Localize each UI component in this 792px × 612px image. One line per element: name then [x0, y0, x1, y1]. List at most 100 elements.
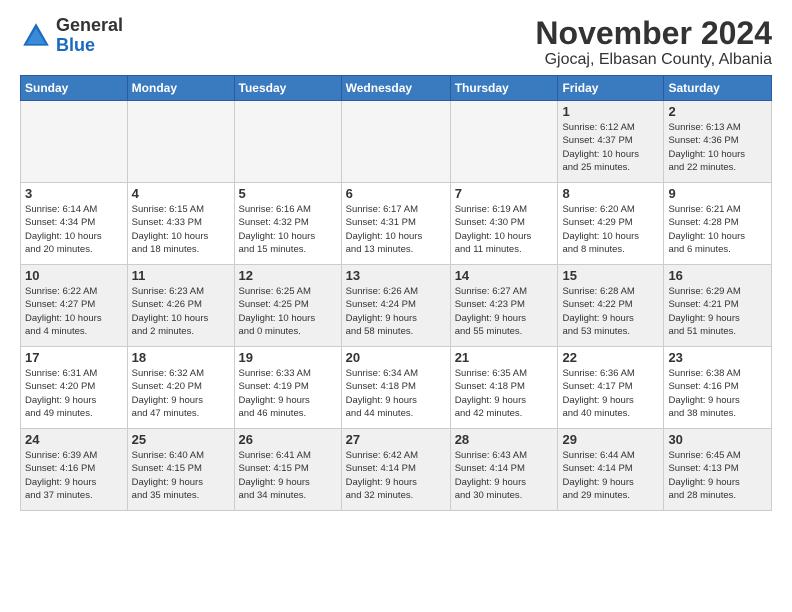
day-info: Sunrise: 6:42 AM Sunset: 4:14 PM Dayligh…: [346, 449, 446, 502]
day-number: 17: [25, 350, 123, 365]
day-info: Sunrise: 6:17 AM Sunset: 4:31 PM Dayligh…: [346, 203, 446, 256]
day-number: 18: [132, 350, 230, 365]
day-number: 8: [562, 186, 659, 201]
day-info: Sunrise: 6:14 AM Sunset: 4:34 PM Dayligh…: [25, 203, 123, 256]
weekday-header: Thursday: [450, 76, 558, 101]
month-title: November 2024: [535, 16, 772, 51]
day-number: 1: [562, 104, 659, 119]
calendar-cell: 11 Sunrise: 6:23 AM Sunset: 4:26 PM Dayli…: [127, 265, 234, 347]
calendar-cell: 19 Sunrise: 6:33 AM Sunset: 4:19 PM Dayli…: [234, 347, 341, 429]
calendar-week-row: 24Sunrise: 6:39 AM Sunset: 4:16 PM Dayli…: [21, 429, 772, 511]
calendar-cell: 14 Sunrise: 6:27 AM Sunset: 4:23 PM Dayli…: [450, 265, 558, 347]
day-info: Sunrise: 6:35 AM Sunset: 4:18 PM Dayligh…: [455, 367, 554, 420]
day-info: Sunrise: 6:31 AM Sunset: 4:20 PM Dayligh…: [25, 367, 123, 420]
day-number: 28: [455, 432, 554, 447]
day-number: 7: [455, 186, 554, 201]
day-info: Sunrise: 6:23 AM Sunset: 4:26 PM Dayligh…: [132, 285, 230, 338]
calendar-cell: [21, 101, 128, 183]
calendar-week-row: 3 Sunrise: 6:14 AM Sunset: 4:34 PM Daylig…: [21, 183, 772, 265]
calendar-cell: 23 Sunrise: 6:38 AM Sunset: 4:16 PM Dayli…: [664, 347, 772, 429]
day-number: 3: [25, 186, 123, 201]
day-info: Sunrise: 6:45 AM Sunset: 4:13 PM Dayligh…: [668, 449, 767, 502]
logo: General Blue: [20, 16, 123, 56]
day-info: Sunrise: 6:25 AM Sunset: 4:25 PM Dayligh…: [239, 285, 337, 338]
logo-icon: [20, 20, 52, 52]
page: General Blue November 2024 Gjocaj, Elbas…: [0, 0, 792, 521]
day-number: 27: [346, 432, 446, 447]
location-title: Gjocaj, Elbasan County, Albania: [535, 51, 772, 69]
calendar-cell: 27 Sunrise: 6:42 AM Sunset: 4:14 PM Dayli…: [341, 429, 450, 511]
calendar-week-row: 1 Sunrise: 6:12 AM Sunset: 4:37 PM Daylig…: [21, 101, 772, 183]
day-number: 25: [132, 432, 230, 447]
header: General Blue November 2024 Gjocaj, Elbas…: [20, 16, 772, 69]
weekday-header: Monday: [127, 76, 234, 101]
day-info: Sunrise: 6:43 AM Sunset: 4:14 PM Dayligh…: [455, 449, 554, 502]
calendar-cell: [450, 101, 558, 183]
day-number: 14: [455, 268, 554, 283]
calendar-cell: 24Sunrise: 6:39 AM Sunset: 4:16 PM Dayli…: [21, 429, 128, 511]
day-info: Sunrise: 6:41 AM Sunset: 4:15 PM Dayligh…: [239, 449, 337, 502]
day-number: 16: [668, 268, 767, 283]
day-info: Sunrise: 6:40 AM Sunset: 4:15 PM Dayligh…: [132, 449, 230, 502]
calendar-cell: 1 Sunrise: 6:12 AM Sunset: 4:37 PM Daylig…: [558, 101, 664, 183]
day-number: 5: [239, 186, 337, 201]
day-number: 22: [562, 350, 659, 365]
logo-text: General Blue: [56, 16, 123, 56]
calendar-cell: [234, 101, 341, 183]
day-info: Sunrise: 6:22 AM Sunset: 4:27 PM Dayligh…: [25, 285, 123, 338]
day-info: Sunrise: 6:36 AM Sunset: 4:17 PM Dayligh…: [562, 367, 659, 420]
calendar-cell: 18 Sunrise: 6:32 AM Sunset: 4:20 PM Dayli…: [127, 347, 234, 429]
calendar-cell: 15Sunrise: 6:28 AM Sunset: 4:22 PM Dayli…: [558, 265, 664, 347]
calendar-cell: 16Sunrise: 6:29 AM Sunset: 4:21 PM Dayli…: [664, 265, 772, 347]
calendar-cell: 5 Sunrise: 6:16 AM Sunset: 4:32 PM Daylig…: [234, 183, 341, 265]
calendar-cell: 17 Sunrise: 6:31 AM Sunset: 4:20 PM Dayli…: [21, 347, 128, 429]
day-info: Sunrise: 6:38 AM Sunset: 4:16 PM Dayligh…: [668, 367, 767, 420]
weekday-header: Tuesday: [234, 76, 341, 101]
calendar-cell: 3 Sunrise: 6:14 AM Sunset: 4:34 PM Daylig…: [21, 183, 128, 265]
day-info: Sunrise: 6:27 AM Sunset: 4:23 PM Dayligh…: [455, 285, 554, 338]
day-info: Sunrise: 6:13 AM Sunset: 4:36 PM Dayligh…: [668, 121, 767, 174]
calendar-cell: 2 Sunrise: 6:13 AM Sunset: 4:36 PM Daylig…: [664, 101, 772, 183]
day-number: 23: [668, 350, 767, 365]
day-info: Sunrise: 6:16 AM Sunset: 4:32 PM Dayligh…: [239, 203, 337, 256]
calendar-cell: 9 Sunrise: 6:21 AM Sunset: 4:28 PM Daylig…: [664, 183, 772, 265]
day-info: Sunrise: 6:21 AM Sunset: 4:28 PM Dayligh…: [668, 203, 767, 256]
calendar-cell: 13 Sunrise: 6:26 AM Sunset: 4:24 PM Dayli…: [341, 265, 450, 347]
day-info: Sunrise: 6:20 AM Sunset: 4:29 PM Dayligh…: [562, 203, 659, 256]
day-info: Sunrise: 6:44 AM Sunset: 4:14 PM Dayligh…: [562, 449, 659, 502]
day-info: Sunrise: 6:26 AM Sunset: 4:24 PM Dayligh…: [346, 285, 446, 338]
calendar-cell: 25 Sunrise: 6:40 AM Sunset: 4:15 PM Dayli…: [127, 429, 234, 511]
day-number: 29: [562, 432, 659, 447]
day-info: Sunrise: 6:28 AM Sunset: 4:22 PM Dayligh…: [562, 285, 659, 338]
day-number: 6: [346, 186, 446, 201]
day-info: Sunrise: 6:12 AM Sunset: 4:37 PM Dayligh…: [562, 121, 659, 174]
calendar-cell: 12 Sunrise: 6:25 AM Sunset: 4:25 PM Dayli…: [234, 265, 341, 347]
calendar-cell: 6 Sunrise: 6:17 AM Sunset: 4:31 PM Daylig…: [341, 183, 450, 265]
day-number: 10: [25, 268, 123, 283]
day-info: Sunrise: 6:32 AM Sunset: 4:20 PM Dayligh…: [132, 367, 230, 420]
day-number: 20: [346, 350, 446, 365]
weekday-header: Saturday: [664, 76, 772, 101]
calendar-cell: 30 Sunrise: 6:45 AM Sunset: 4:13 PM Dayli…: [664, 429, 772, 511]
logo-blue: Blue: [56, 35, 95, 55]
day-number: 4: [132, 186, 230, 201]
day-number: 26: [239, 432, 337, 447]
day-number: 9: [668, 186, 767, 201]
day-number: 12: [239, 268, 337, 283]
calendar-body: 1 Sunrise: 6:12 AM Sunset: 4:37 PM Daylig…: [21, 101, 772, 511]
calendar-cell: 22 Sunrise: 6:36 AM Sunset: 4:17 PM Dayli…: [558, 347, 664, 429]
calendar-cell: [341, 101, 450, 183]
weekday-header: Wednesday: [341, 76, 450, 101]
calendar-cell: 4 Sunrise: 6:15 AM Sunset: 4:33 PM Daylig…: [127, 183, 234, 265]
weekday-header: Sunday: [21, 76, 128, 101]
logo-general: General: [56, 15, 123, 35]
day-info: Sunrise: 6:15 AM Sunset: 4:33 PM Dayligh…: [132, 203, 230, 256]
day-number: 13: [346, 268, 446, 283]
day-number: 19: [239, 350, 337, 365]
day-number: 2: [668, 104, 767, 119]
day-number: 21: [455, 350, 554, 365]
day-number: 30: [668, 432, 767, 447]
day-number: 11: [132, 268, 230, 283]
day-info: Sunrise: 6:19 AM Sunset: 4:30 PM Dayligh…: [455, 203, 554, 256]
day-info: Sunrise: 6:33 AM Sunset: 4:19 PM Dayligh…: [239, 367, 337, 420]
